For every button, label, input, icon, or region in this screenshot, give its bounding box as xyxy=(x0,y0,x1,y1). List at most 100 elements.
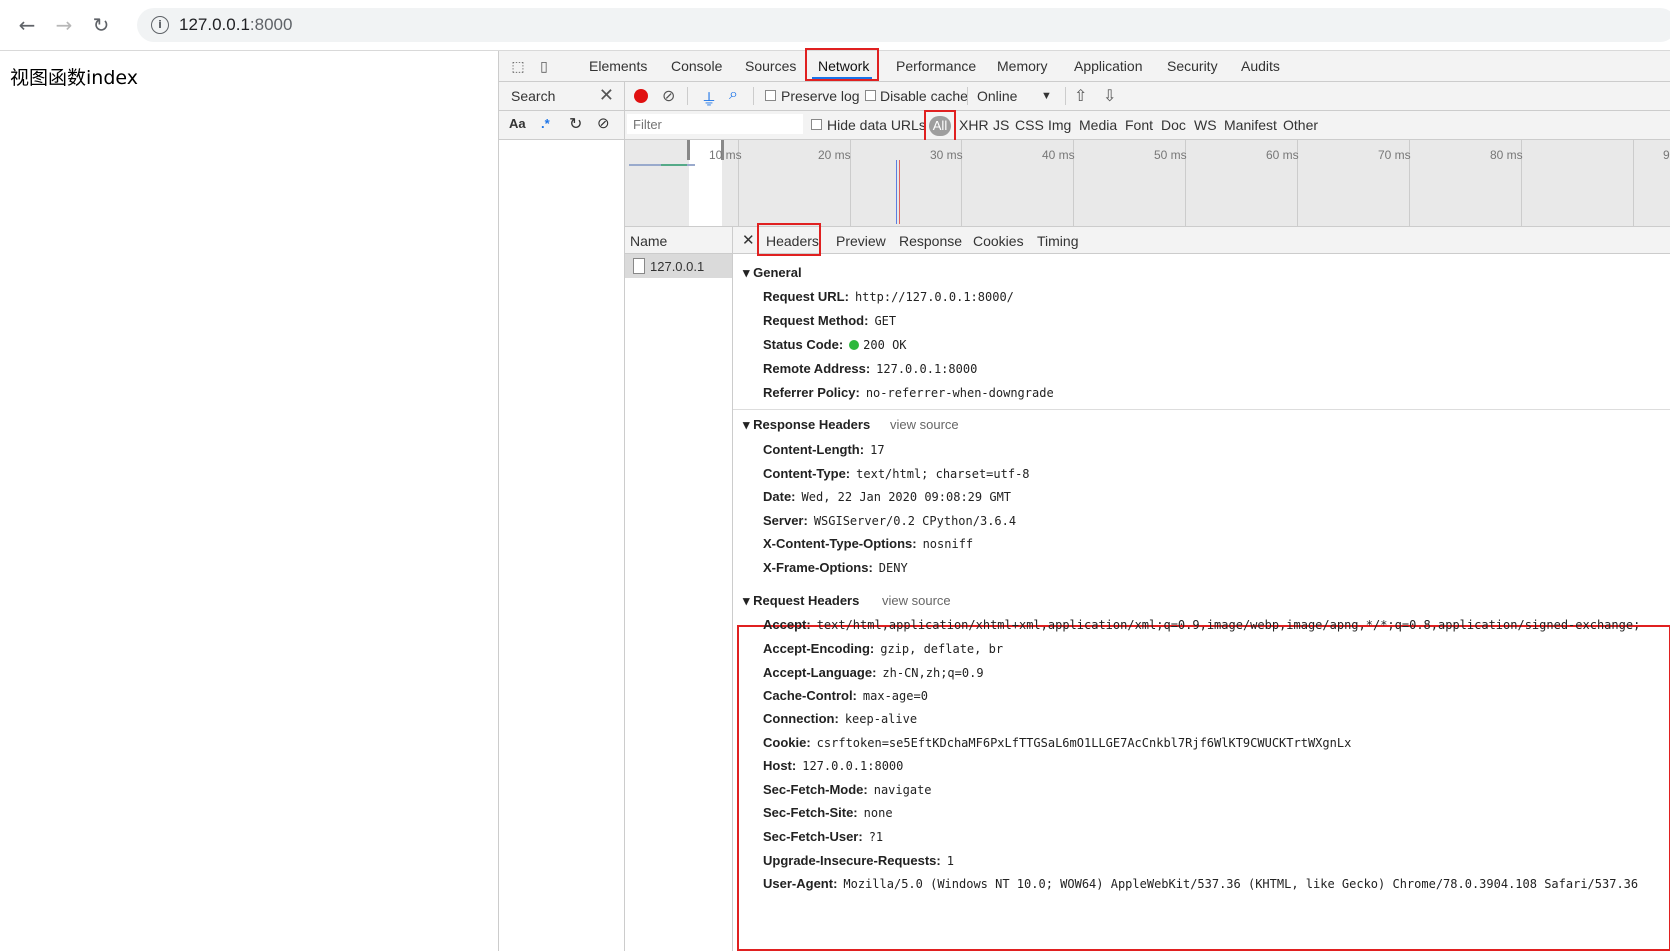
network-overview-timeline[interactable]: 10 ms 20 ms 30 ms 40 ms 50 ms 60 ms 70 m… xyxy=(625,140,1670,227)
tab-performance[interactable]: Performance xyxy=(896,58,976,74)
status-ok-icon xyxy=(849,340,860,350)
filter-other[interactable]: Other xyxy=(1283,117,1318,133)
name-column-header: Name xyxy=(630,233,668,249)
request-name: 127.0.0.1 xyxy=(650,259,705,274)
response-headers-toggle[interactable]: ▾ Response Headers xyxy=(743,417,870,433)
header-row: Date: Wed, 22 Jan 2020 09:08:29 GMT xyxy=(763,489,1011,504)
header-key: Cookie: xyxy=(763,735,811,750)
search-panel: Search ✕ Aa .* ↻ ⊘ xyxy=(499,82,625,951)
close-icon[interactable]: ✕ xyxy=(599,85,614,106)
reload-icon[interactable]: ↻ xyxy=(88,12,114,38)
header-key: Accept: xyxy=(763,617,811,632)
header-value: 127.0.0.1:8000 xyxy=(802,759,904,773)
header-value: ?1 xyxy=(868,830,884,844)
inspect-element-icon[interactable]: ⬚ xyxy=(509,57,527,75)
throttle-select[interactable]: Online xyxy=(977,88,1017,104)
header-key: Cache-Control: xyxy=(763,688,857,703)
request-headers-toggle[interactable]: ▾ Request Headers xyxy=(743,593,859,609)
timeline-handle-left[interactable] xyxy=(687,140,690,160)
header-value: Wed, 22 Jan 2020 09:08:29 GMT xyxy=(801,490,1012,504)
header-row: Upgrade-Insecure-Requests: 1 xyxy=(763,853,954,868)
export-har-icon[interactable]: ⇩ xyxy=(1103,86,1116,106)
hide-data-urls-checkbox[interactable] xyxy=(811,119,822,130)
preserve-log-checkbox[interactable] xyxy=(765,90,776,101)
tab-elements[interactable]: Elements xyxy=(589,58,647,74)
search-icon[interactable]: ⌕ xyxy=(729,86,738,104)
filter-css[interactable]: CSS xyxy=(1015,117,1044,133)
header-key: Sec-Fetch-Site: xyxy=(763,805,858,820)
header-key: User-Agent: xyxy=(763,876,838,891)
chevron-down-icon[interactable]: ▼ xyxy=(1041,90,1052,102)
response-headers-title: Response Headers xyxy=(753,417,871,432)
tab-audits[interactable]: Audits xyxy=(1241,58,1280,74)
import-har-icon[interactable]: ⇧ xyxy=(1074,86,1087,106)
address-url[interactable]: 127.0.0.1:8000 xyxy=(179,15,292,35)
device-toolbar-icon[interactable]: ▯ xyxy=(535,57,553,75)
header-value: navigate xyxy=(873,783,932,797)
clear-log-icon[interactable]: ⊘ xyxy=(662,86,675,106)
header-value: nosniff xyxy=(922,537,974,551)
request-row[interactable]: 127.0.0.1 xyxy=(625,254,732,278)
filter-font[interactable]: Font xyxy=(1125,117,1153,133)
response-view-source-link[interactable]: view source xyxy=(890,417,959,432)
filter-media[interactable]: Media xyxy=(1079,117,1117,133)
clear-icon[interactable]: ⊘ xyxy=(597,114,610,132)
header-value: 1 xyxy=(946,854,954,868)
filter-icon[interactable]: ⏚ xyxy=(701,86,717,110)
network-tab-highlight xyxy=(805,48,879,81)
filter-bar: Hide data URLs All XHR JS CSS Img Media … xyxy=(625,110,1670,143)
back-arrow-icon[interactable]: ← xyxy=(14,12,40,38)
header-row: Host: 127.0.0.1:8000 xyxy=(763,758,903,773)
search-tools: Aa .* ↻ ⊘ xyxy=(499,111,624,140)
tab-cookies[interactable]: Cookies xyxy=(973,233,1024,249)
info-icon[interactable]: i xyxy=(151,16,169,34)
header-value: 17 xyxy=(870,443,885,457)
disable-cache-checkbox[interactable] xyxy=(865,90,876,101)
url-host: 127.0.0.1 xyxy=(179,15,250,34)
filter-input[interactable] xyxy=(627,114,803,134)
tab-sources[interactable]: Sources xyxy=(745,58,796,74)
filter-img[interactable]: Img xyxy=(1048,117,1071,133)
filter-ws[interactable]: WS xyxy=(1194,117,1217,133)
header-key: Remote Address: xyxy=(763,361,871,376)
record-icon[interactable] xyxy=(634,89,648,103)
header-key: Server: xyxy=(763,513,808,528)
header-key: Sec-Fetch-User: xyxy=(763,829,863,844)
header-row: X-Frame-Options: DENY xyxy=(763,560,908,575)
refresh-icon[interactable]: ↻ xyxy=(569,114,582,134)
header-key: Date: xyxy=(763,489,796,504)
toolbar-separator xyxy=(687,87,688,105)
tab-preview[interactable]: Preview xyxy=(836,233,886,249)
regex-button[interactable]: .* xyxy=(541,116,550,131)
header-key: Upgrade-Insecure-Requests: xyxy=(763,853,941,868)
general-section-toggle[interactable]: ▾ General xyxy=(743,265,802,281)
filter-doc[interactable]: Doc xyxy=(1161,117,1186,133)
request-detail-panel: ✕ Headers Preview Response Cookies Timin… xyxy=(733,223,1670,951)
header-row: Status Code: 200 OK xyxy=(763,337,907,352)
browser-toolbar: ← → ↻ i 127.0.0.1:8000 xyxy=(0,0,1670,51)
tab-security[interactable]: Security xyxy=(1167,58,1218,74)
request-list-header[interactable]: Name xyxy=(625,227,732,254)
header-row: Connection: keep-alive xyxy=(763,711,917,726)
address-bar[interactable]: i 127.0.0.1:8000 xyxy=(137,8,1670,42)
tab-memory[interactable]: Memory xyxy=(997,58,1048,74)
close-icon[interactable]: ✕ xyxy=(742,231,755,249)
forward-arrow-icon[interactable]: → xyxy=(51,12,77,38)
filter-js[interactable]: JS xyxy=(993,117,1009,133)
header-value: max-age=0 xyxy=(862,689,928,703)
request-view-source-link[interactable]: view source xyxy=(882,593,951,608)
tab-response[interactable]: Response xyxy=(899,233,962,249)
header-row: Server: WSGIServer/0.2 CPython/3.6.4 xyxy=(763,513,1016,528)
filter-manifest[interactable]: Manifest xyxy=(1224,117,1277,133)
timeline-marker-load xyxy=(899,160,900,224)
header-value: gzip, deflate, br xyxy=(880,642,1004,656)
devtools-panel: ⬚ ▯ Elements Console Sources Network Per… xyxy=(498,48,1670,951)
header-value: none xyxy=(863,806,893,820)
tab-application[interactable]: Application xyxy=(1074,58,1143,74)
tab-timing[interactable]: Timing xyxy=(1037,233,1079,249)
header-key: Referrer Policy: xyxy=(763,385,860,400)
tab-console[interactable]: Console xyxy=(671,58,722,74)
timeline-tick: 10 ms xyxy=(709,148,742,162)
filter-xhr[interactable]: XHR xyxy=(959,117,989,133)
match-case-button[interactable]: Aa xyxy=(509,116,526,131)
